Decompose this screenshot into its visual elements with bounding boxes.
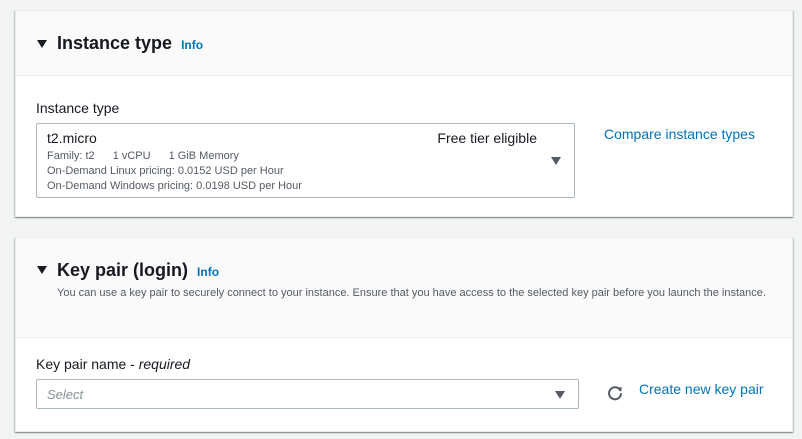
instance-vcpu: 1 vCPU (112, 150, 151, 162)
caret-down-icon[interactable] (37, 266, 47, 274)
instance-type-specs: Family: t2 1 vCPU 1 GiB Memory (47, 150, 257, 162)
key-pair-title: Key pair (login) Info (57, 260, 219, 281)
key-pair-title-text: Key pair (login) (57, 260, 189, 280)
refresh-icon[interactable] (605, 384, 625, 404)
key-pair-select-placeholder: Select (47, 387, 84, 402)
instance-type-select[interactable]: t2.micro Free tier eligible Family: t2 1 … (36, 123, 575, 198)
instance-type-name: t2.micro (47, 130, 97, 146)
dropdown-arrow-icon[interactable] (555, 391, 565, 399)
key-pair-info-link[interactable]: Info (197, 265, 219, 279)
instance-type-info-link[interactable]: Info (181, 38, 203, 52)
key-pair-panel: Key pair (login) Info You can use a key … (15, 237, 793, 432)
instance-family: Family: t2 (47, 150, 95, 162)
key-pair-description: You can use a key pair to securely conne… (57, 287, 766, 299)
instance-type-field-label: Instance type (36, 100, 120, 116)
page: Instance type Info Instance type t2.micr… (0, 0, 802, 439)
free-tier-badge: Free tier eligible (437, 130, 537, 146)
windows-pricing: On-Demand Windows pricing: 0.0198 USD pe… (47, 180, 302, 192)
instance-type-title: Instance type Info (57, 33, 203, 54)
instance-memory: 1 GiB Memory (168, 150, 239, 162)
compare-instance-types-link[interactable]: Compare instance types (604, 126, 755, 142)
key-pair-header[interactable]: Key pair (login) Info You can use a key … (16, 238, 792, 338)
caret-down-icon[interactable] (37, 40, 47, 48)
instance-type-panel: Instance type Info Instance type t2.micr… (15, 10, 793, 217)
key-pair-name-label-text: Key pair name - (36, 356, 139, 372)
dropdown-arrow-icon[interactable] (551, 157, 561, 165)
required-indicator: required (138, 356, 191, 372)
create-new-key-pair-link[interactable]: Create new key pair (639, 381, 764, 397)
key-pair-select[interactable]: Select (36, 379, 579, 409)
linux-pricing: On-Demand Linux pricing: 0.0152 USD per … (47, 165, 284, 177)
key-pair-name-label: Key pair name - required (36, 356, 190, 372)
instance-type-title-text: Instance type (57, 33, 173, 53)
instance-type-header[interactable]: Instance type Info (16, 11, 792, 76)
